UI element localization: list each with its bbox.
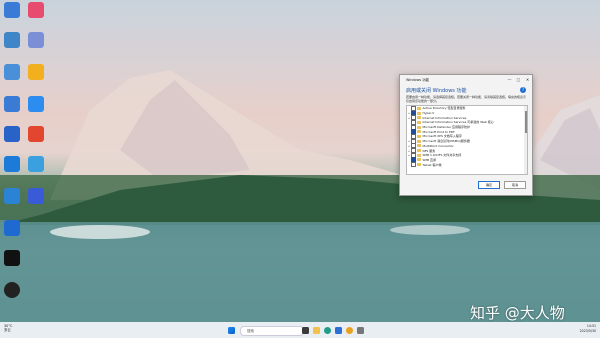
folder-icon <box>417 144 421 148</box>
search-input[interactable]: 搜索 <box>240 326 304 336</box>
folder-icon <box>417 125 421 129</box>
maximize-icon[interactable]: ▢ <box>514 75 523 84</box>
feature-label: Microsoft 消息队列(MSMQ)服务器 <box>422 139 470 144</box>
browser-icon[interactable] <box>346 327 353 334</box>
windows-features-dialog: Windows 功能 — ▢ ✕ 启用或关闭 Windows 功能 ? 若要启用… <box>399 74 533 196</box>
folder-icon <box>417 134 421 138</box>
folder-icon <box>417 111 421 115</box>
app-icon[interactable] <box>357 327 364 334</box>
folder-icon <box>417 130 421 134</box>
desktop-icon[interactable] <box>17 156 55 173</box>
folder-icon <box>417 149 421 153</box>
desktop-icon[interactable] <box>17 64 55 81</box>
system-tray-clock[interactable]: 14:51 2023/5/30 <box>580 324 596 333</box>
desktop: Windows 功能 — ▢ ✕ 启用或关闭 Windows 功能 ? 若要启用… <box>0 0 600 338</box>
weather-desc: 多云 <box>4 328 11 332</box>
feature-label: Internet Information Services 可承载的 Web 核… <box>422 120 494 125</box>
tree-scrollbar[interactable] <box>524 106 527 174</box>
desktop-icon[interactable] <box>0 220 31 237</box>
desktop-icon[interactable] <box>17 126 55 143</box>
folder-icon <box>417 153 421 157</box>
desktop-app-icon <box>28 32 44 48</box>
checkbox[interactable] <box>411 162 416 168</box>
feature-label: Hyper-V <box>422 111 435 116</box>
edge-icon[interactable] <box>324 327 331 334</box>
feature-label: NFS 服务 <box>422 148 436 153</box>
feature-row[interactable]: Telnet 客户端 <box>407 162 527 168</box>
feature-label: Microsoft Defender 应用程序防护 <box>422 125 471 130</box>
watermark: 知乎 @大人物 <box>470 304 565 322</box>
close-icon[interactable]: ✕ <box>523 75 532 84</box>
desktop-icon[interactable] <box>17 96 55 113</box>
dialog-description: 若要启用一种功能，请选择其复选框。若要关闭一种功能，请清除其复选框。填充的框表示… <box>406 95 527 103</box>
feature-label: MultiPoint Connector <box>422 143 454 148</box>
folder-icon <box>417 116 421 120</box>
feature-label: Telnet 客户端 <box>422 162 442 167</box>
desktop-app-icon <box>28 188 44 204</box>
desktop-app-icon <box>4 250 20 266</box>
scrollbar-thumb[interactable] <box>524 111 527 133</box>
desktop-app-icon <box>28 126 44 142</box>
dialog-heading: 启用或关闭 Windows 功能 <box>406 88 467 94</box>
desktop-icon[interactable] <box>17 2 55 19</box>
folder-icon <box>417 106 421 110</box>
cancel-button[interactable]: 取消 <box>504 181 526 189</box>
desktop-icon[interactable] <box>0 282 31 299</box>
minimize-icon[interactable]: — <box>505 75 514 84</box>
dialog-title: Windows 功能 <box>406 78 429 82</box>
desktop-app-icon <box>28 2 44 18</box>
weather-widget[interactable]: 30°C 多云 <box>4 324 12 332</box>
folder-icon <box>417 163 421 167</box>
desktop-app-icon <box>4 220 20 236</box>
desktop-icon[interactable] <box>17 188 55 205</box>
file-explorer-icon[interactable] <box>313 327 320 334</box>
folder-icon <box>417 120 421 124</box>
desktop-app-icon <box>4 282 20 298</box>
desktop-app-icon <box>28 96 44 112</box>
feature-label: Microsoft XPS 文档写入程序 <box>422 134 462 139</box>
task-view-icon[interactable] <box>302 327 309 334</box>
feature-label: SMB 1.0/CIFS 文件共享支持 <box>422 153 462 158</box>
start-icon[interactable] <box>228 327 235 334</box>
folder-icon <box>417 158 421 162</box>
desktop-icon[interactable] <box>17 32 55 49</box>
taskbar: 30°C 多云 搜索 14:51 2023/5/30 <box>0 322 600 338</box>
folder-icon <box>417 139 421 143</box>
feature-label: Active Directory 轻型目录服务 <box>422 106 466 111</box>
desktop-app-icon <box>28 64 44 80</box>
desktop-app-icon <box>28 156 44 172</box>
feature-tree: Active Directory 轻型目录服务 + Hyper-V + Intern… <box>406 105 528 175</box>
help-icon[interactable]: ? <box>520 87 526 93</box>
store-icon[interactable] <box>335 327 342 334</box>
desktop-icon[interactable] <box>0 250 31 267</box>
ok-button[interactable]: 确定 <box>478 181 500 189</box>
clock-date: 2023/5/30 <box>579 328 596 333</box>
feature-label: SMB 直通 <box>422 157 437 162</box>
dialog-titlebar[interactable]: Windows 功能 — ▢ ✕ <box>400 75 532 84</box>
